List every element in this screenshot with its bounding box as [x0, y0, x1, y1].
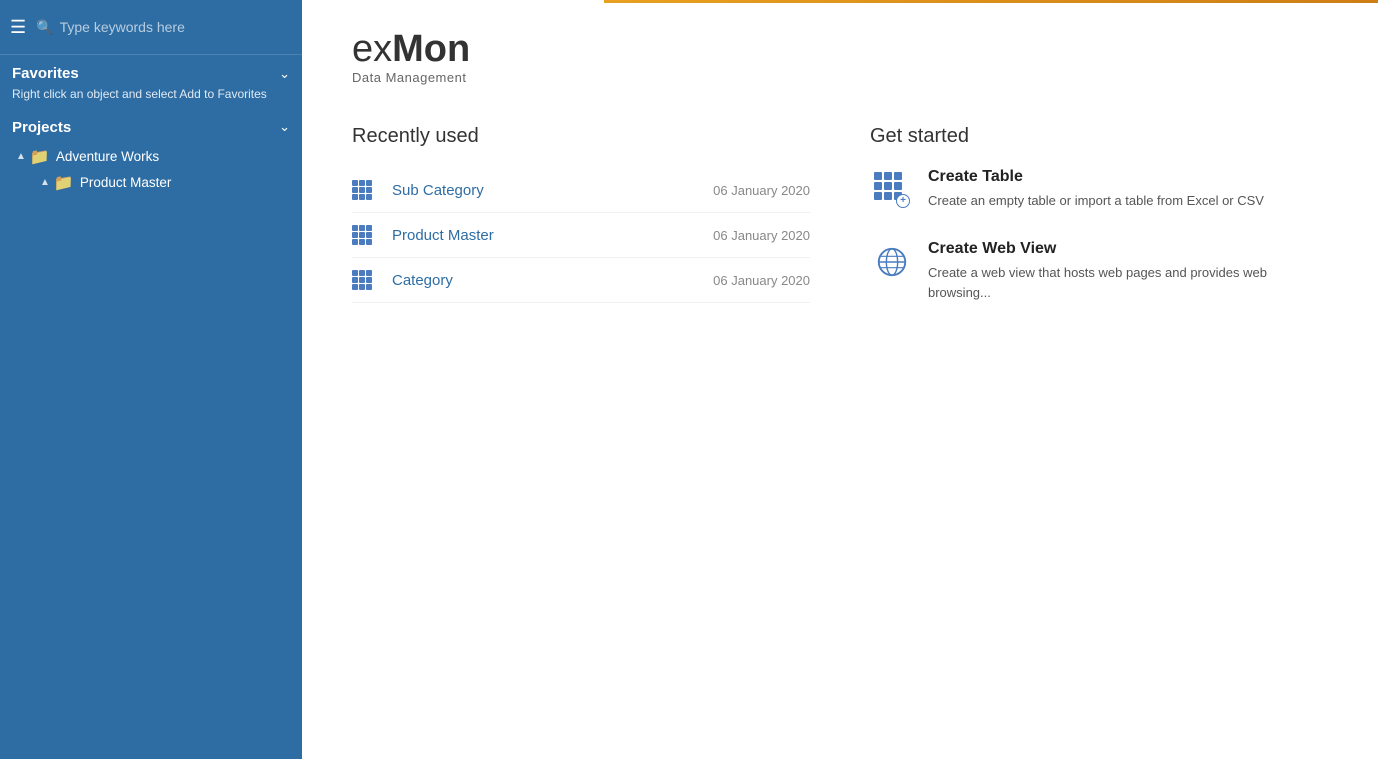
recently-used-column: Recently used Sub Category 06 January 20…: [352, 125, 810, 330]
recent-date-0: 06 January 2020: [713, 183, 810, 198]
favorites-section: Favorites ⌄ Right click an object and se…: [0, 55, 302, 109]
recent-item-productmaster[interactable]: Product Master 06 January 2020: [352, 213, 810, 258]
recent-date-2: 06 January 2020: [713, 273, 810, 288]
create-table-title: Create Table: [928, 168, 1264, 186]
logo-text: exMon: [352, 30, 1328, 68]
search-icon: 🔍: [36, 19, 53, 36]
recently-used-title: Recently used: [352, 125, 810, 148]
create-table-desc: Create an empty table or import a table …: [928, 191, 1264, 211]
main-wrapper: exMon Data Management Recently used: [302, 0, 1378, 759]
sidebar-item-adventure-works[interactable]: ▲ 📁 Adventure Works: [12, 144, 290, 170]
recent-date-1: 06 January 2020: [713, 228, 810, 243]
favorites-hint: Right click an object and select Add to …: [12, 86, 290, 103]
logo-mon: Mon: [392, 28, 470, 70]
projects-chevron-icon[interactable]: ⌄: [279, 119, 290, 135]
create-webview-item[interactable]: Create Web View Create a web view that h…: [870, 240, 1328, 302]
hamburger-icon[interactable]: ☰: [10, 17, 26, 38]
content-columns: Recently used Sub Category 06 January 20…: [352, 125, 1328, 330]
top-divider: [604, 0, 1378, 3]
recent-item-subcategory[interactable]: Sub Category 06 January 2020: [352, 168, 810, 213]
folder-icon: 📁: [30, 147, 50, 167]
create-webview-icon: [870, 240, 914, 284]
create-table-text: Create Table Create an empty table or im…: [928, 168, 1264, 211]
recent-name-0[interactable]: Sub Category: [392, 182, 713, 199]
product-master-label: Product Master: [80, 175, 172, 190]
sidebar-item-product-master[interactable]: ▲ 📁 Product Master: [12, 170, 290, 196]
projects-title: Projects: [12, 119, 71, 136]
recent-item-category[interactable]: Category 06 January 2020: [352, 258, 810, 303]
get-started-title: Get started: [870, 125, 1328, 148]
projects-section: Projects ⌄ ▲ 📁 Adventure Works ▲ 📁 Produ…: [0, 109, 302, 202]
collapse-icon-sub: ▲: [40, 177, 50, 188]
adventure-works-label: Adventure Works: [56, 149, 159, 164]
table-icon-0: [352, 180, 382, 200]
search-bar: ☰ 🔍: [0, 0, 302, 55]
table-plus-icon: +: [874, 172, 910, 208]
create-table-icon: +: [870, 168, 914, 212]
sidebar: ☰ 🔍 Favorites ⌄ Right click an object an…: [0, 0, 302, 759]
favorites-chevron-icon[interactable]: ⌄: [279, 66, 290, 82]
table-icon-1: [352, 225, 382, 245]
plus-badge: +: [896, 194, 910, 208]
search-input[interactable]: [60, 19, 292, 35]
get-started-column: Get started + C: [870, 125, 1328, 330]
folder-icon-sub: 📁: [54, 173, 74, 193]
favorites-title: Favorites: [12, 65, 79, 82]
collapse-icon: ▲: [16, 151, 26, 162]
logo-ex: ex: [352, 28, 392, 70]
favorites-header: Favorites ⌄: [12, 65, 290, 82]
create-webview-text: Create Web View Create a web view that h…: [928, 240, 1328, 302]
recent-name-2[interactable]: Category: [392, 272, 713, 289]
table-icon-2: [352, 270, 382, 290]
globe-icon: [875, 245, 909, 279]
create-table-item[interactable]: + Create Table Create an empty table or …: [870, 168, 1328, 212]
recent-name-1[interactable]: Product Master: [392, 227, 713, 244]
logo-area: exMon Data Management: [352, 30, 1328, 85]
logo-subtitle: Data Management: [352, 70, 1328, 85]
main-content: exMon Data Management Recently used: [302, 0, 1378, 759]
create-webview-desc: Create a web view that hosts web pages a…: [928, 263, 1328, 302]
projects-header: Projects ⌄: [12, 119, 290, 136]
create-webview-title: Create Web View: [928, 240, 1328, 258]
